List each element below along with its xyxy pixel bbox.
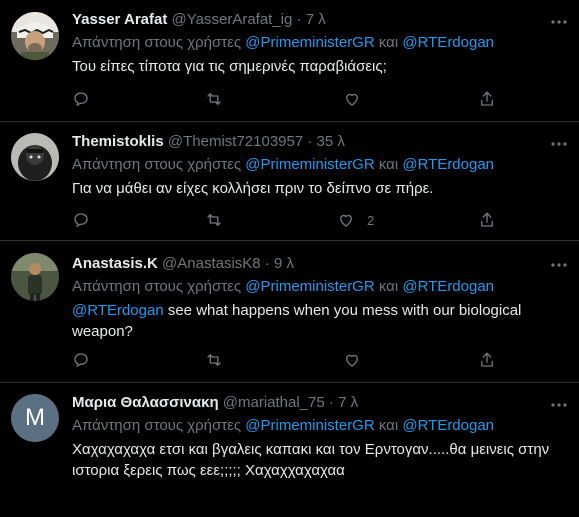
like-button[interactable] [343, 89, 373, 109]
username[interactable]: @AnastasisK8 [162, 255, 261, 272]
heart-icon [340, 214, 352, 227]
avatar[interactable]: M [11, 394, 59, 442]
reply-icon [74, 92, 88, 107]
tweet-actions [72, 89, 502, 109]
mention-link[interactable]: @RTErdogan [402, 417, 494, 434]
mention-link[interactable]: @PrimeministerGR [245, 417, 374, 434]
share-button[interactable] [478, 350, 496, 370]
reply-context: Απάντηση στους χρήστες @PrimeministerGR … [72, 155, 569, 175]
tweet-1[interactable]: Yasser Arafat @YasserArafat_ig · 7 λ Απά… [0, 0, 579, 122]
reply-join: και [378, 156, 399, 173]
tweet-header: Yasser Arafat @YasserArafat_ig · 7 λ [72, 10, 569, 30]
timestamp[interactable]: 35 λ [317, 133, 345, 150]
avatar-letter: M [25, 404, 45, 431]
separator-dot: · [264, 255, 270, 272]
reply-prefix: Απάντηση στους χρήστες [72, 156, 242, 173]
share-button[interactable] [478, 210, 496, 230]
more-options-icon[interactable] [549, 12, 569, 32]
retweet-icon [207, 214, 221, 226]
more-options-icon[interactable] [549, 134, 569, 154]
mention-link[interactable]: @RTErdogan [402, 34, 494, 51]
tweet-2[interactable]: Themistoklis @Themist72103957 · 35 λ Απά… [0, 122, 579, 241]
display-name[interactable]: Yasser Arafat [72, 11, 167, 28]
reply-prefix: Απάντηση στους χρήστες [72, 34, 242, 51]
avatar[interactable] [11, 12, 59, 60]
display-name[interactable]: Anastasis.K [72, 255, 158, 272]
tweet-text: Χαχαχαχαχα ετσι και βγαλεις καπακι και τ… [72, 441, 550, 479]
username[interactable]: @YasserArafat_ig [172, 11, 293, 28]
more-options-icon[interactable] [549, 255, 569, 275]
heart-icon [346, 93, 358, 106]
reply-icon [74, 213, 88, 228]
reply-button[interactable] [72, 89, 90, 109]
tweet-header: Anastasis.K @AnastasisK8 · 9 λ [72, 254, 569, 274]
retweet-icon [207, 93, 221, 105]
heart-icon [346, 354, 358, 367]
reply-button[interactable] [72, 210, 90, 230]
separator-dot: · [307, 133, 313, 150]
retweet-button[interactable] [205, 89, 223, 109]
tweet-text: Για να μάθει αν είχες κολλήσει πριν το δ… [72, 180, 434, 197]
reply-join: και [378, 34, 399, 51]
share-icon [481, 212, 493, 227]
display-name[interactable]: Themistoklis [72, 133, 164, 150]
reply-context: Απάντηση στους χρήστες @PrimeministerGR … [72, 277, 569, 297]
timestamp[interactable]: 7 λ [306, 11, 326, 28]
share-icon [481, 91, 493, 106]
tweet-text: @RTErdogan see what happens when you mes… [72, 300, 542, 342]
tweet-header: Themistoklis @Themist72103957 · 35 λ [72, 132, 569, 152]
like-button[interactable] [343, 350, 373, 370]
retweet-button[interactable] [205, 210, 223, 230]
tweet-3[interactable]: Anastasis.K @AnastasisK8 · 9 λ Απάντηση … [0, 241, 579, 383]
reply-context: Απάντηση στους χρήστες @PrimeministerGR … [72, 416, 569, 436]
retweet-button[interactable] [205, 350, 223, 370]
tweet-header: Μαρια Θαλασσινακη @mariathal_75 · 7 λ [72, 393, 569, 413]
reply-icon [74, 353, 88, 368]
username[interactable]: @mariathal_75 [223, 394, 325, 411]
share-icon [481, 352, 493, 367]
share-button[interactable] [478, 89, 496, 109]
separator-dot: · [296, 11, 302, 28]
reply-context: Απάντηση στους χρήστες @PrimeministerGR … [72, 33, 569, 53]
tweet-4[interactable]: M Μαρια Θαλασσινακη @mariathal_75 · 7 λ … [0, 383, 579, 517]
username[interactable]: @Themist72103957 [168, 133, 303, 150]
avatar[interactable] [11, 133, 59, 181]
mention-link[interactable]: @PrimeministerGR [245, 34, 374, 51]
avatar[interactable] [11, 253, 59, 301]
like-button[interactable]: 2 [337, 210, 374, 230]
reply-join: και [378, 278, 399, 295]
retweet-icon [207, 354, 221, 366]
reply-button[interactable] [72, 350, 90, 370]
reply-prefix: Απάντηση στους χρήστες [72, 417, 242, 434]
timestamp[interactable]: 7 λ [338, 394, 358, 411]
timestamp[interactable]: 9 λ [274, 255, 294, 272]
display-name[interactable]: Μαρια Θαλασσινακη [72, 394, 219, 411]
mention-link[interactable]: @RTErdogan [402, 156, 494, 173]
tweet-actions [72, 350, 502, 370]
tweet-actions: 2 [72, 210, 502, 230]
mention-link[interactable]: @PrimeministerGR [245, 278, 374, 295]
mention-link[interactable]: @RTErdogan [402, 278, 494, 295]
like-count: 2 [367, 212, 375, 228]
mention-link[interactable]: @RTErdogan [72, 302, 164, 319]
tweet-text: Του είπες τίποτα για τις σημερινές παραβ… [72, 58, 387, 75]
separator-dot: · [328, 394, 334, 411]
mention-link[interactable]: @PrimeministerGR [245, 156, 374, 173]
reply-join: και [378, 417, 399, 434]
more-options-icon[interactable] [549, 395, 569, 415]
reply-prefix: Απάντηση στους χρήστες [72, 278, 242, 295]
